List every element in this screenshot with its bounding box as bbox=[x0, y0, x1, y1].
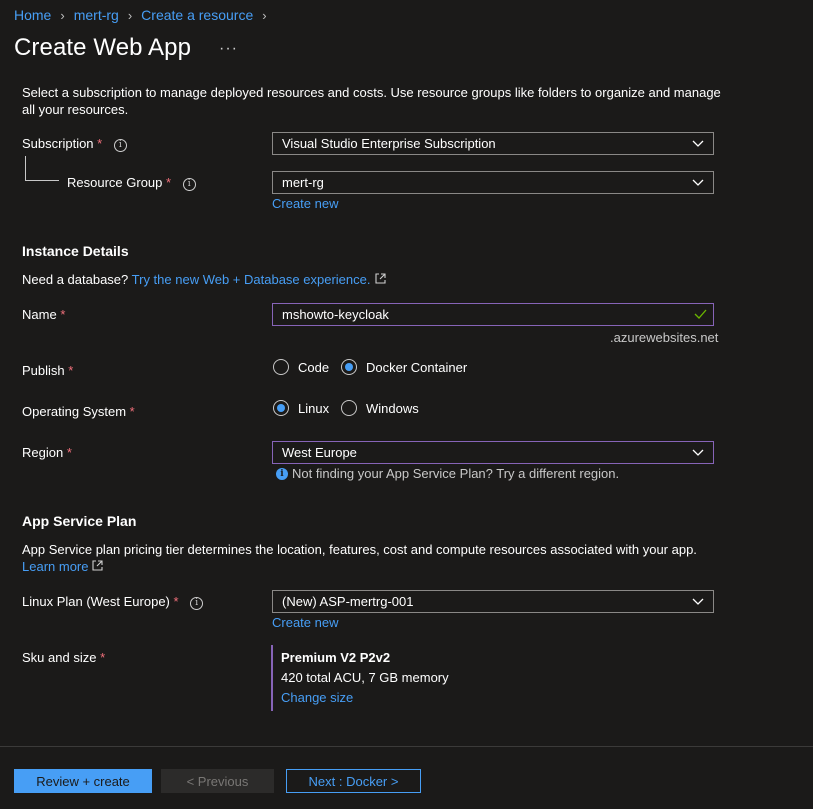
tree-connector bbox=[25, 156, 59, 181]
footer-divider bbox=[0, 746, 813, 747]
sku-label-text: Sku and size bbox=[22, 650, 97, 665]
linux-plan-value: (New) ASP-mertrg-001 bbox=[282, 594, 414, 609]
publish-label: Publish * bbox=[22, 363, 73, 378]
name-input-value[interactable]: mshowto-keycloak bbox=[282, 307, 389, 322]
name-input[interactable]: mshowto-keycloak bbox=[272, 303, 714, 326]
resource-group-value: mert-rg bbox=[282, 175, 324, 190]
instance-details-heading: Instance Details bbox=[22, 243, 129, 259]
more-options-icon[interactable]: ··· bbox=[219, 40, 238, 58]
change-size-link[interactable]: Change size bbox=[281, 690, 353, 705]
sku-name: Premium V2 P2v2 bbox=[281, 650, 391, 665]
name-label-text: Name bbox=[22, 307, 57, 322]
learn-more-text[interactable]: Learn more bbox=[22, 559, 88, 574]
breadcrumb-home[interactable]: Home bbox=[14, 7, 51, 23]
next-docker-button[interactable]: Next : Docker > bbox=[286, 769, 421, 793]
chevron-right-icon: › bbox=[127, 7, 133, 23]
sku-details: 420 total ACU, 7 GB memory bbox=[281, 670, 449, 685]
chevron-down-icon bbox=[692, 179, 704, 186]
name-label: Name * bbox=[22, 307, 65, 322]
os-label: Operating System * bbox=[22, 404, 135, 419]
required-marker: * bbox=[66, 445, 72, 460]
plan-description: App Service plan pricing tier determines… bbox=[22, 542, 697, 557]
required-marker: * bbox=[166, 175, 172, 190]
chevron-down-icon bbox=[692, 449, 704, 456]
chevron-right-icon: › bbox=[262, 7, 267, 23]
linux-plan-label: Linux Plan (West Europe) * i bbox=[22, 594, 204, 610]
domain-suffix: .azurewebsites.net bbox=[610, 330, 719, 345]
info-icon[interactable]: i bbox=[182, 178, 196, 191]
resource-group-label-text: Resource Group bbox=[67, 175, 163, 190]
web-database-link[interactable]: Try the new Web + Database experience. bbox=[132, 272, 387, 287]
radio-circle[interactable] bbox=[341, 400, 357, 416]
learn-more-link[interactable]: Learn more bbox=[22, 559, 104, 574]
subscription-label: Subscription * i bbox=[22, 136, 127, 152]
required-marker: * bbox=[97, 136, 103, 151]
chevron-right-icon: › bbox=[60, 7, 65, 23]
os-linux-label[interactable]: Linux bbox=[298, 401, 329, 416]
subscription-select[interactable]: Visual Studio Enterprise Subscription bbox=[272, 132, 714, 155]
os-label-text: Operating System bbox=[22, 404, 127, 419]
publish-code-radio[interactable]: Code bbox=[273, 359, 329, 375]
region-label-text: Region bbox=[22, 445, 64, 460]
app-service-plan-heading: App Service Plan bbox=[22, 513, 137, 529]
required-marker: * bbox=[100, 650, 106, 665]
info-icon[interactable]: i bbox=[113, 139, 127, 152]
check-icon bbox=[694, 309, 707, 319]
sku-accent-bar bbox=[271, 645, 273, 711]
publish-label-text: Publish bbox=[22, 363, 65, 378]
page-title: Create Web App bbox=[14, 34, 192, 61]
os-windows-radio[interactable]: Windows bbox=[341, 400, 419, 416]
info-icon[interactable]: i bbox=[190, 597, 204, 610]
chevron-down-icon bbox=[692, 140, 704, 147]
resource-group-select[interactable]: mert-rg bbox=[272, 171, 714, 194]
required-marker: * bbox=[60, 307, 66, 322]
region-value: West Europe bbox=[282, 445, 357, 460]
breadcrumb-create-resource[interactable]: Create a resource bbox=[141, 7, 253, 23]
sku-label: Sku and size * bbox=[22, 650, 105, 665]
radio-circle[interactable] bbox=[273, 359, 289, 375]
os-linux-radio[interactable]: Linux bbox=[273, 400, 329, 416]
linux-plan-label-text: Linux Plan (West Europe) bbox=[22, 594, 170, 609]
intro-text: Select a subscription to manage deployed… bbox=[22, 85, 721, 117]
create-new-resource-group-link[interactable]: Create new bbox=[272, 196, 338, 211]
external-link-icon bbox=[375, 273, 387, 284]
resource-group-label: Resource Group * i bbox=[67, 175, 196, 191]
create-new-plan-link[interactable]: Create new bbox=[272, 615, 338, 630]
publish-docker-label[interactable]: Docker Container bbox=[366, 360, 467, 375]
previous-button[interactable]: < Previous bbox=[161, 769, 274, 793]
info-filled-icon: i bbox=[276, 467, 288, 480]
breadcrumb-resource-group[interactable]: mert-rg bbox=[74, 7, 119, 23]
region-hint-text: Not finding your App Service Plan? Try a… bbox=[292, 466, 620, 481]
web-database-link-text[interactable]: Try the new Web + Database experience. bbox=[132, 272, 371, 287]
subscription-label-text: Subscription bbox=[22, 136, 94, 151]
region-hint: i Not finding your App Service Plan? Try… bbox=[276, 466, 619, 481]
required-marker: * bbox=[129, 404, 135, 419]
radio-circle-selected[interactable] bbox=[341, 359, 357, 375]
region-select[interactable]: West Europe bbox=[272, 441, 714, 464]
review-create-button[interactable]: Review + create bbox=[14, 769, 152, 793]
breadcrumb: Home › mert-rg › Create a resource › bbox=[14, 7, 276, 23]
radio-circle-selected[interactable] bbox=[273, 400, 289, 416]
chevron-down-icon bbox=[692, 598, 704, 605]
required-marker: * bbox=[173, 594, 179, 609]
subscription-value: Visual Studio Enterprise Subscription bbox=[282, 136, 496, 151]
required-marker: * bbox=[68, 363, 74, 378]
database-prompt: Need a database? Try the new Web + Datab… bbox=[22, 272, 387, 287]
os-windows-label[interactable]: Windows bbox=[366, 401, 419, 416]
database-prompt-text: Need a database? bbox=[22, 272, 129, 287]
external-link-icon bbox=[92, 560, 104, 571]
publish-code-label[interactable]: Code bbox=[298, 360, 329, 375]
region-label: Region * bbox=[22, 445, 72, 460]
publish-docker-radio[interactable]: Docker Container bbox=[341, 359, 467, 375]
linux-plan-select[interactable]: (New) ASP-mertrg-001 bbox=[272, 590, 714, 613]
